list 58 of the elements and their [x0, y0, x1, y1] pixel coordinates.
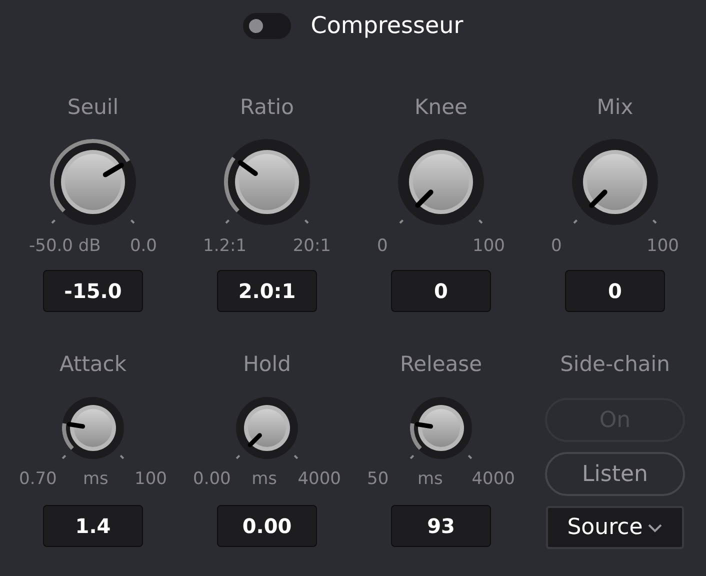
- knob[interactable]: [398, 139, 484, 225]
- range-max: 20:1: [292, 236, 331, 256]
- source-dropdown[interactable]: Source: [546, 506, 684, 549]
- knob-label: Attack: [59, 351, 127, 378]
- value-field[interactable]: 1.4: [43, 505, 143, 547]
- range-min: 0.00: [193, 469, 231, 489]
- knob[interactable]: [62, 397, 124, 459]
- scale-tick: [236, 454, 240, 460]
- scale-tick: [225, 219, 230, 224]
- scale-tick: [478, 219, 483, 224]
- scale-tick: [652, 219, 657, 224]
- scale-tick: [399, 219, 404, 224]
- range-max: 100: [134, 469, 167, 489]
- scale-tick: [51, 219, 56, 224]
- unit-label: ms: [252, 469, 277, 489]
- range-max: 4000: [298, 469, 341, 489]
- scale-tick: [62, 454, 66, 460]
- range-min: 0: [377, 236, 388, 256]
- knob-label: Release: [400, 351, 482, 378]
- scale-tick: [304, 219, 309, 224]
- chevron-icon: [646, 522, 663, 532]
- knob[interactable]: [572, 139, 658, 225]
- range-max: 0.0: [130, 236, 157, 256]
- knob[interactable]: [236, 397, 298, 459]
- knob-label: Ratio: [240, 94, 294, 121]
- value-field[interactable]: 0: [565, 270, 665, 312]
- unit-label: ms: [417, 469, 443, 489]
- range-min: 50: [367, 469, 389, 489]
- panel-title: Compresseur: [310, 12, 464, 41]
- knob-label: Knee: [414, 94, 468, 121]
- range-max: 4000: [472, 469, 515, 489]
- scale-tick: [468, 454, 472, 460]
- value-field[interactable]: 2.0:1: [217, 270, 317, 312]
- range-min: 1.2:1: [203, 236, 247, 256]
- range-max: 100: [472, 236, 505, 256]
- range-min: 0.70: [19, 469, 57, 489]
- value-field[interactable]: 93: [391, 505, 491, 547]
- section-label: Side-chain: [560, 351, 670, 378]
- scale-tick: [130, 219, 135, 224]
- scale-tick: [573, 219, 578, 224]
- knob[interactable]: [50, 139, 136, 225]
- scale-tick: [294, 454, 298, 460]
- value-field[interactable]: -15.0: [43, 270, 143, 312]
- knob[interactable]: [410, 397, 472, 459]
- sidechain-button[interactable]: Listen: [545, 452, 685, 496]
- scale-tick: [410, 454, 414, 460]
- knob-label: Seuil: [67, 94, 119, 121]
- range-min: 0: [551, 236, 562, 256]
- knob[interactable]: [224, 139, 310, 225]
- unit-label: ms: [82, 469, 108, 489]
- scale-tick: [120, 454, 124, 460]
- value-field[interactable]: 0.00: [217, 505, 317, 547]
- value-field[interactable]: 0: [391, 270, 491, 312]
- range-max: 100: [646, 236, 679, 256]
- toggle-switch[interactable]: [242, 13, 291, 39]
- range-min: -50.0 dB: [29, 236, 101, 256]
- knob-label: Mix: [596, 94, 634, 121]
- knob-label: Hold: [243, 351, 291, 378]
